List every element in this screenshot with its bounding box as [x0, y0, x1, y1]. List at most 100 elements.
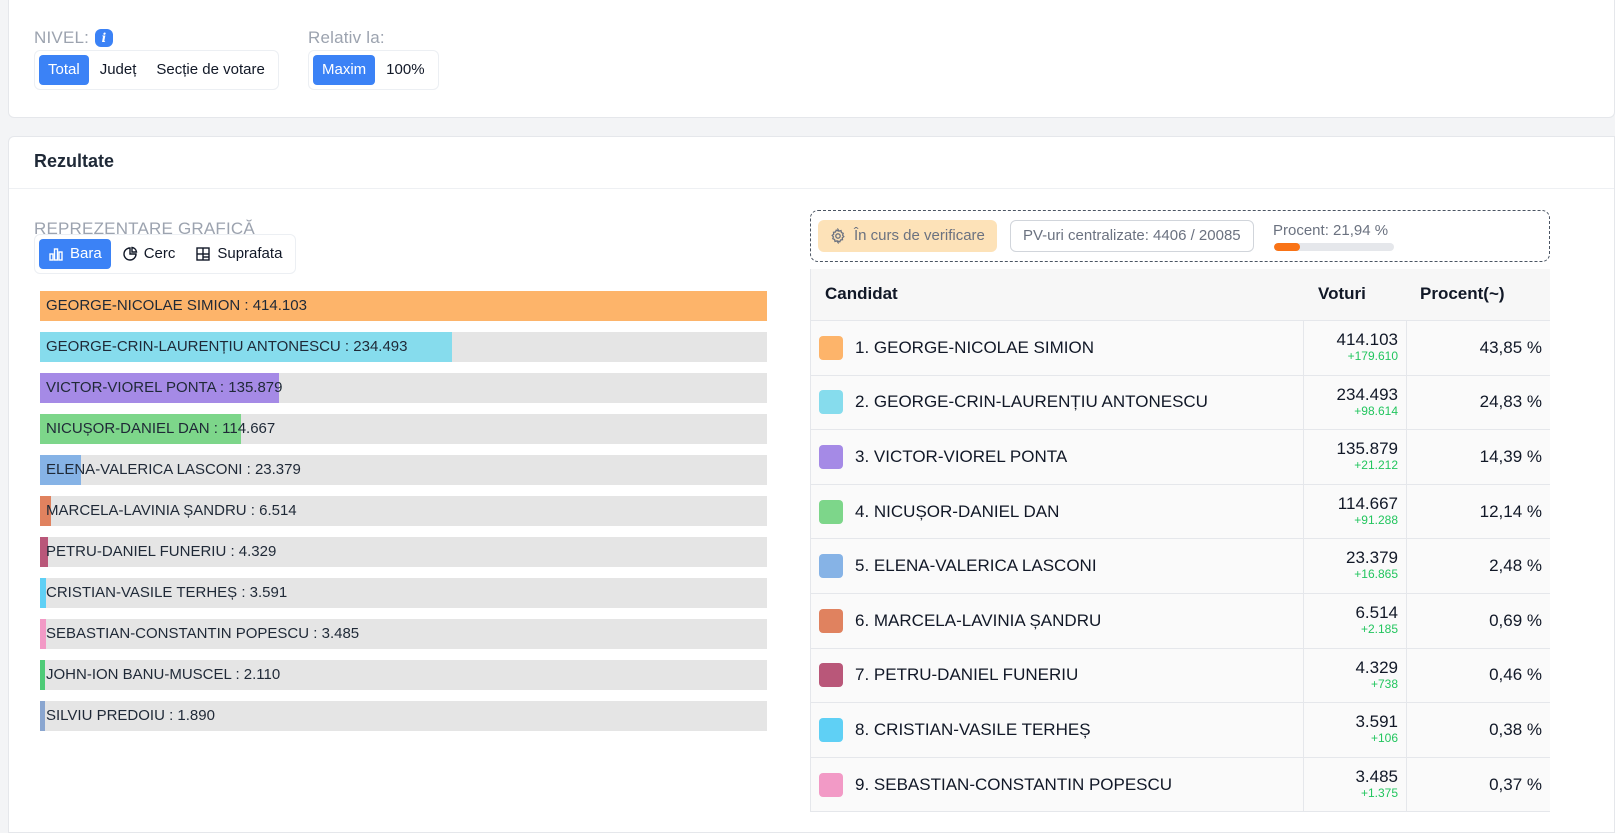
table-row[interactable]: 8. CRISTIAN-VASILE TERHEȘ 3.591 +106 0,38 %	[811, 703, 1550, 758]
table-row[interactable]: 9. SEBASTIAN-CONSTANTIN POPESCU 3.485 +1.3…	[811, 757, 1550, 813]
color-swatch	[819, 608, 843, 633]
bar-chart-icon	[48, 246, 64, 262]
percent-value: 0,37 %	[1489, 774, 1542, 794]
votes-delta: +98.614	[1354, 403, 1398, 418]
candidate-cell: 3. VICTOR-VIOREL PONTA	[811, 430, 1303, 484]
view-option-suprafata[interactable]: Suprafata	[186, 239, 291, 269]
votes-cell: 135.879 +21.212	[1303, 430, 1407, 484]
color-swatch	[819, 663, 843, 688]
results-card: Rezultate REPREZENTARE GRAFICĂ Bara Cerc…	[8, 136, 1615, 833]
bar-row[interactable]: SEBASTIAN-CONSTANTIN POPESCU : 3.485	[40, 619, 767, 649]
votes-value: 3.591	[1355, 712, 1398, 732]
results-table: Candidat Voturi Procent(~) 1. GEORGE-NIC…	[810, 269, 1550, 813]
procent-label: Procent: 21,94 %	[1273, 222, 1389, 239]
nivel-option-total[interactable]: Total	[39, 55, 89, 85]
bar-chart: GEORGE-NICOLAE SIMION : 414.103 GEORGE-CR…	[40, 291, 767, 742]
percent-value: 12,14 %	[1479, 501, 1542, 521]
color-swatch	[819, 390, 843, 415]
candidate-cell: 9. SEBASTIAN-CONSTANTIN POPESCU	[811, 758, 1303, 812]
nivel-group: NIVEL: i	[34, 27, 114, 49]
view-option-bara[interactable]: Bara	[39, 239, 111, 269]
bar-row[interactable]: NICUȘOR-DANIEL DAN : 114.667	[40, 414, 767, 444]
area-grid-icon	[195, 246, 211, 262]
verification-badge: În curs de verificare	[818, 220, 997, 252]
candidate-cell: 6. MARCELA-LAVINIA ȘANDRU	[811, 594, 1303, 648]
view-option-label: Bara	[70, 245, 102, 262]
bar-row[interactable]: PETRU-DANIEL FUNERIU : 4.329	[40, 537, 767, 567]
relativ-group: Relativ la:	[308, 27, 385, 49]
color-swatch	[819, 717, 843, 742]
candidate-cell: 5. ELENA-VALERICA LASCONI	[811, 539, 1303, 593]
candidate-cell: 7. PETRU-DANIEL FUNERIU	[811, 649, 1303, 703]
bar-row[interactable]: SILVIU PREDOIU : 1.890	[40, 701, 767, 731]
nivel-selector: Total Județ Secție de votare	[34, 50, 279, 90]
votes-value: 234.493	[1336, 384, 1398, 404]
votes-value: 135.879	[1336, 439, 1398, 459]
bar-row[interactable]: ELENA-VALERICA LASCONI : 23.379	[40, 455, 767, 485]
bar-row[interactable]: MARCELA-LAVINIA ȘANDRU : 6.514	[40, 496, 767, 526]
votes-cell: 414.103 +179.610	[1303, 321, 1407, 375]
votes-cell: 4.329 +738	[1303, 648, 1407, 703]
table-row[interactable]: 6. MARCELA-LAVINIA ȘANDRU 6.514 +2.185 0,69…	[811, 593, 1550, 649]
nivel-option-sectie[interactable]: Secție de votare	[147, 55, 273, 85]
votes-value: 23.379	[1346, 548, 1398, 568]
votes-delta: +16.865	[1354, 567, 1398, 582]
color-swatch	[819, 499, 843, 524]
procent-progress-bar	[1274, 243, 1394, 251]
relativ-label: Relativ la:	[308, 28, 385, 47]
color-swatch	[819, 772, 843, 797]
bar-label: GEORGE-CRIN-LAURENȚIU ANTONESCU : 234.49…	[46, 338, 408, 355]
candidate-cell: 4. NICUȘOR-DANIEL DAN	[811, 485, 1303, 539]
candidate-cell: 1. GEORGE-NICOLAE SIMION	[811, 321, 1303, 375]
votes-value: 414.103	[1336, 330, 1398, 349]
candidate-name: 2. GEORGE-CRIN-LAURENȚIU ANTONESCU	[855, 392, 1208, 412]
percent-value: 2,48 %	[1489, 556, 1542, 576]
bar-label: GEORGE-NICOLAE SIMION : 414.103	[46, 297, 307, 314]
status-box: În curs de verificare PV-uri centralizat…	[810, 210, 1550, 262]
candidate-cell: 8. CRISTIAN-VASILE TERHEȘ	[811, 703, 1303, 757]
color-swatch	[819, 554, 843, 579]
results-header: Rezultate	[9, 137, 1614, 189]
votes-cell: 6.514 +2.185	[1303, 593, 1407, 648]
candidate-name: 6. MARCELA-LAVINIA ȘANDRU	[855, 610, 1102, 630]
col-procent: Procent(~)	[1420, 284, 1505, 303]
relativ-option-100[interactable]: 100%	[377, 55, 433, 85]
bar-row[interactable]: CRISTIAN-VASILE TERHEȘ : 3.591	[40, 578, 767, 608]
bar-label: SILVIU PREDOIU : 1.890	[46, 707, 215, 724]
view-option-cerc[interactable]: Cerc	[113, 239, 185, 269]
nivel-option-judet[interactable]: Județ	[91, 55, 146, 85]
votes-value: 3.485	[1355, 766, 1398, 786]
table-row[interactable]: 1. GEORGE-NICOLAE SIMION 414.103 +179.610 4…	[811, 321, 1550, 376]
bar-row[interactable]: GEORGE-NICOLAE SIMION : 414.103	[40, 291, 767, 321]
table-row[interactable]: 7. PETRU-DANIEL FUNERIU 4.329 +738 0,46 %	[811, 648, 1550, 704]
votes-cell: 3.591 +106	[1303, 703, 1407, 757]
candidate-name: 5. ELENA-VALERICA LASCONI	[855, 556, 1097, 576]
nivel-label: NIVEL:	[34, 28, 90, 47]
color-swatch	[819, 444, 843, 469]
relativ-selector: Maxim 100%	[308, 50, 439, 90]
info-icon[interactable]: i	[95, 29, 114, 47]
results-title: Rezultate	[34, 151, 115, 171]
table-row[interactable]: 3. VICTOR-VIOREL PONTA 135.879 +21.212 14,3…	[811, 430, 1550, 485]
bar-label: VICTOR-VIOREL PONTA : 135.879	[46, 379, 283, 396]
bar-row[interactable]: GEORGE-CRIN-LAURENȚIU ANTONESCU : 234.49…	[40, 332, 767, 362]
votes-cell: 234.493 +98.614	[1303, 375, 1407, 430]
pie-chart-icon	[122, 246, 138, 262]
bar-label: NICUȘOR-DANIEL DAN : 114.667	[46, 420, 276, 437]
votes-delta: +21.212	[1354, 458, 1398, 473]
filters-card: NIVEL: i Total Județ Secție de votare Re…	[8, 0, 1615, 118]
view-selector: Bara Cerc Suprafata	[34, 234, 297, 274]
view-option-label: Cerc	[143, 245, 176, 262]
percent-value: 0,38 %	[1489, 719, 1542, 739]
table-row[interactable]: 5. ELENA-VALERICA LASCONI 23.379 +16.865 2,…	[811, 539, 1550, 594]
bar-row[interactable]: JOHN-ION BANU-MUSCEL : 2.110	[40, 660, 767, 690]
relativ-option-maxim[interactable]: Maxim	[313, 55, 376, 85]
table-row[interactable]: 2. GEORGE-CRIN-LAURENȚIU ANTONESCU 234.49…	[811, 375, 1550, 431]
votes-delta: +2.185	[1360, 621, 1398, 636]
table-row[interactable]: 4. NICUȘOR-DANIEL DAN 114.667 +91.288 12,14…	[811, 484, 1550, 540]
candidate-name: 7. PETRU-DANIEL FUNERIU	[855, 665, 1079, 685]
candidate-name: 9. SEBASTIAN-CONSTANTIN POPESCU	[855, 774, 1173, 794]
view-option-label: Suprafata	[217, 245, 283, 262]
bar-row[interactable]: VICTOR-VIOREL PONTA : 135.879	[40, 373, 767, 403]
votes-cell: 23.379 +16.865	[1303, 539, 1407, 593]
